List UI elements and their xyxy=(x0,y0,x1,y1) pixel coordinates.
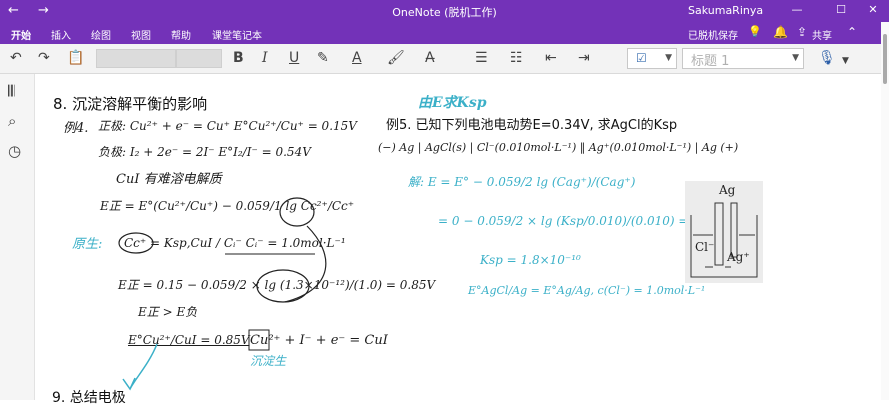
checkbox-icon: ☑ xyxy=(636,51,647,65)
minimize-icon[interactable]: — xyxy=(782,3,812,16)
tab-help[interactable]: 帮助 xyxy=(171,27,191,42)
bold-button[interactable]: B xyxy=(233,50,244,66)
tab-class-notebook[interactable]: 课堂笔记本 xyxy=(212,27,262,42)
bullet-list-icon[interactable]: ☰ xyxy=(475,50,488,66)
font-color-icon[interactable]: A xyxy=(352,50,362,66)
numbered-list-icon[interactable]: ☷ xyxy=(510,50,523,66)
ex5-solution-4: E°AgCl/Ag = E°Ag/Ag, c(Cl⁻) = 1.0mol·L⁻¹ xyxy=(468,284,706,297)
font-size-box[interactable] xyxy=(176,49,222,68)
share-icon[interactable]: ⇪ xyxy=(797,25,807,39)
outdent-icon[interactable]: ⇤ xyxy=(545,50,557,66)
highlight-icon[interactable]: ✎ xyxy=(317,50,329,66)
chevron-down-icon[interactable]: ▼ xyxy=(842,53,849,69)
microphone-icon[interactable]: 🎙 xyxy=(818,50,836,66)
font-family-box[interactable] xyxy=(96,49,176,68)
offline-save-status: 已脱机保存 xyxy=(688,31,738,42)
style-placeholder: 标题 1 xyxy=(691,54,730,69)
todo-tag-box[interactable]: ☑ ▼ xyxy=(627,48,677,69)
ex5-cell: (−) Ag | AgCl(s) | Cl⁻(0.010mol·L⁻¹) ‖ A… xyxy=(378,141,739,154)
tab-insert[interactable]: 插入 xyxy=(51,27,71,42)
share-button[interactable]: 共享 xyxy=(812,27,832,42)
figure-label-ag: Ag xyxy=(719,183,736,197)
example5-text: 例5. 已知下列电池电动势E=0.34V, 求AgCl的Ksp xyxy=(386,118,678,133)
figure-label-agplus: Ag⁺ xyxy=(727,250,750,264)
collapse-ribbon-icon[interactable]: ⌃ xyxy=(847,25,857,39)
tab-view[interactable]: 视图 xyxy=(131,27,151,42)
toolbar: ↶ ↷ 📋 B I U ✎ A 🖌 A̶ ☰ ☷ ⇤ ⇥ ☑ ▼ 标题 1 ▼ … xyxy=(0,44,889,74)
style-selector[interactable]: 标题 1 ▼ xyxy=(682,48,804,69)
close-icon[interactable]: ✕ xyxy=(858,3,888,16)
lightbulb-icon[interactable]: 💡 xyxy=(748,25,762,38)
ex5-solution-1: 解: E = E° − 0.059/2 lg (Cag⁺)/(Cag⁺) xyxy=(408,175,636,189)
title-bar: ← → OneNote (脱机工作) SakumaRinya — ☐ ✕ xyxy=(0,0,889,22)
restore-icon[interactable]: ☐ xyxy=(826,3,856,16)
bell-icon[interactable]: 🔔 xyxy=(773,25,788,39)
left-rail: 𝄃𝄃 ⌕ ◷ xyxy=(0,74,35,400)
figure-label-cl: Cl⁻ xyxy=(695,240,715,254)
tab-draw[interactable]: 绘图 xyxy=(91,27,111,42)
chevron-down-icon: ▼ xyxy=(792,53,799,63)
ribbon-tabs: 开始 插入 绘图 视图 帮助 课堂笔记本 已脱机保存 💡 🔔 ⇪ 共享 ⌃ xyxy=(0,22,889,47)
undo-icon[interactable]: ↶ xyxy=(10,50,22,66)
scrollbar-thumb[interactable] xyxy=(883,34,887,84)
cell-figure: Ag Cl⁻ Ag⁺ xyxy=(685,181,763,283)
vertical-scrollbar[interactable] xyxy=(881,22,889,400)
ex5-solution-3: Ksp = 1.8×10⁻¹⁰ xyxy=(480,253,581,267)
underline-button[interactable]: U xyxy=(289,50,299,66)
indent-icon[interactable]: ⇥ xyxy=(578,50,590,66)
clear-format-icon[interactable]: A̶ xyxy=(425,50,435,66)
recent-icon[interactable]: ◷ xyxy=(8,142,21,160)
format-painter-icon[interactable]: 🖌 xyxy=(387,50,405,66)
user-name[interactable]: SakumaRinya xyxy=(688,4,763,17)
italic-button[interactable]: I xyxy=(262,50,268,66)
clipboard-icon[interactable]: 📋 xyxy=(67,50,84,66)
chevron-down-icon: ▼ xyxy=(665,53,672,63)
blue-title: 由E求Ksp xyxy=(418,95,487,111)
redo-icon[interactable]: ↷ xyxy=(38,50,50,66)
notebooks-icon[interactable]: 𝄃𝄃 xyxy=(8,82,15,100)
tab-home[interactable]: 开始 xyxy=(11,27,31,47)
search-icon[interactable]: ⌕ xyxy=(8,112,16,130)
